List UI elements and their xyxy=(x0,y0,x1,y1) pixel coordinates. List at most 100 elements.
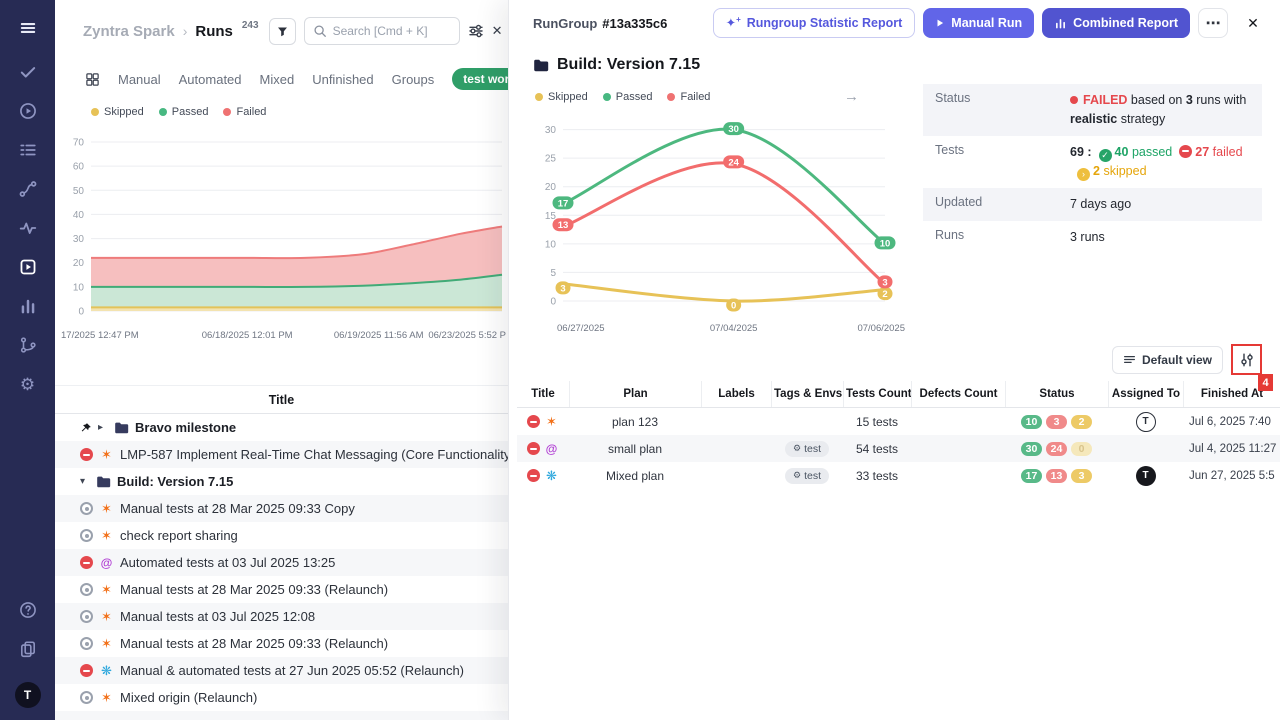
legend-skipped[interactable]: Skipped xyxy=(535,91,588,103)
search-input[interactable] xyxy=(333,24,445,38)
caret-down-icon[interactable]: ▾ xyxy=(80,477,90,487)
info-label: Updated xyxy=(935,195,1070,214)
checks-icon[interactable] xyxy=(13,57,43,87)
view-settings-button[interactable] xyxy=(468,20,484,42)
rungroup-info-panel: StatusFAILED based on 3 runs with realis… xyxy=(923,84,1262,254)
breadcrumb-project[interactable]: Zyntra Spark xyxy=(83,23,175,40)
column-header[interactable]: Status xyxy=(1005,381,1108,407)
svg-text:07/06/2025: 07/06/2025 xyxy=(857,323,905,334)
reports-icon[interactable] xyxy=(13,291,43,321)
spark-icon: ✶ xyxy=(544,415,559,428)
legend-passed[interactable]: Passed xyxy=(603,91,653,103)
svg-text:3: 3 xyxy=(882,277,887,288)
caret-right-icon[interactable]: ▸ xyxy=(98,423,108,433)
run-title: Build: Version 7.15 xyxy=(117,474,233,489)
rungroup-name: Build: Version 7.15 xyxy=(557,56,700,74)
default-view-button[interactable]: Default view xyxy=(1112,346,1223,374)
activity-icon[interactable] xyxy=(13,213,43,243)
run-row[interactable]: ✶Manual tests at 28 Mar 2025 09:33 (Rela… xyxy=(55,576,508,603)
runs-chart-legend: Skipped Passed Failed xyxy=(55,106,508,118)
run-row[interactable]: ❋Manual & automated tests at 27 Jun 2025… xyxy=(55,657,508,684)
legend-dot-icon xyxy=(223,108,231,116)
runs-page: Zyntra Spark › Runs 243 ✕ ManualAutomate… xyxy=(55,0,508,720)
layout-grid-icon[interactable] xyxy=(85,72,100,87)
svg-text:13: 13 xyxy=(558,220,569,231)
tab-automated[interactable]: Automated xyxy=(179,72,242,87)
column-settings-button[interactable] xyxy=(1233,346,1260,373)
test-suites-icon[interactable] xyxy=(13,135,43,165)
legend-failed[interactable]: Failed xyxy=(667,91,710,103)
docs-icon[interactable] xyxy=(13,634,43,664)
run-row[interactable]: ✶Mixed origin (Relaunch) xyxy=(55,684,508,711)
plan-cell[interactable]: Mixed plan xyxy=(569,469,701,483)
plan-cell[interactable]: small plan xyxy=(569,442,701,456)
menu-icon[interactable] xyxy=(13,13,43,43)
run-status-failed-icon xyxy=(80,448,93,461)
branch-icon[interactable] xyxy=(13,330,43,360)
finished-at-cell: Jun 27, 2025 5:5 xyxy=(1183,470,1280,482)
run-row[interactable] xyxy=(55,711,508,720)
drawer-close-button[interactable]: ✕ xyxy=(1240,15,1266,32)
finished-at-cell: Jul 4, 2025 11:27 xyxy=(1183,443,1280,455)
panel-close-button[interactable]: ✕ xyxy=(492,20,503,42)
folder-icon xyxy=(533,58,549,72)
rungroup-run-row[interactable]: @small plan⚙test54 tests30240Jul 4, 2025… xyxy=(517,435,1280,462)
milestone-row[interactable]: ▸Bravo milestone xyxy=(55,414,508,441)
env-tag-pill[interactable]: ⚙test xyxy=(785,468,829,484)
run-group-row[interactable]: ▾ Build: Version 7.15 xyxy=(55,468,508,495)
run-row[interactable]: ✶check report sharing xyxy=(55,522,508,549)
column-header[interactable]: Tags & Envs xyxy=(771,381,843,407)
run-status-failed-icon xyxy=(527,442,540,455)
rungroup-statistic-report-button[interactable]: ✦+ Rungroup Statistic Report xyxy=(713,8,916,38)
spark-icon: ✶ xyxy=(99,610,114,623)
gear-icon[interactable]: ⚙ xyxy=(13,369,43,399)
filter-tag-pill[interactable]: test work xyxy=(452,68,508,90)
tab-unfinished[interactable]: Unfinished xyxy=(312,72,373,87)
info-row-status: StatusFAILED based on 3 runs with realis… xyxy=(923,84,1262,136)
legend-failed[interactable]: Failed xyxy=(223,106,266,118)
tab-groups[interactable]: Groups xyxy=(392,72,435,87)
column-header[interactable]: Title xyxy=(517,381,569,407)
runs-list-title-header[interactable]: Title xyxy=(55,385,508,414)
annotation-box: 4 xyxy=(1231,344,1262,375)
run-row[interactable]: ✶LMP-587 Implement Real-Time Chat Messag… xyxy=(55,441,508,468)
svg-text:10: 10 xyxy=(73,282,85,293)
play-circle-icon[interactable] xyxy=(13,96,43,126)
column-header[interactable]: Tests Count xyxy=(843,381,911,407)
column-header[interactable]: Assigned To xyxy=(1108,381,1183,407)
flow-icon[interactable] xyxy=(13,174,43,204)
user-avatar[interactable]: T xyxy=(15,682,41,708)
rungroup-run-row[interactable]: ✶plan 12315 tests1032TJul 6, 2025 7:40 xyxy=(517,408,1280,435)
spark-icon: ✶ xyxy=(99,691,114,704)
combined-report-button[interactable]: Combined Report xyxy=(1042,8,1190,38)
mixed-icon: ❋ xyxy=(544,469,559,482)
status-pills-cell: 30240 xyxy=(1005,442,1108,456)
svg-text:25: 25 xyxy=(545,154,557,165)
env-tag-pill[interactable]: ⚙test xyxy=(785,441,829,457)
tests-count-cell: 54 tests xyxy=(843,442,911,456)
plan-cell[interactable]: plan 123 xyxy=(569,415,701,429)
column-header[interactable]: Labels xyxy=(701,381,771,407)
legend-passed[interactable]: Passed xyxy=(159,106,209,118)
help-icon[interactable] xyxy=(13,595,43,625)
gear-icon: ⚙ xyxy=(793,470,801,481)
column-header[interactable]: Plan xyxy=(569,381,701,407)
tab-manual[interactable]: Manual xyxy=(118,72,161,87)
column-header[interactable]: Defects Count xyxy=(911,381,1005,407)
search-box[interactable] xyxy=(304,17,460,45)
run-row[interactable]: ✶Manual tests at 28 Mar 2025 09:33 (Rela… xyxy=(55,630,508,657)
svg-text:0: 0 xyxy=(731,301,736,312)
run-row[interactable]: ✶Manual tests at 28 Mar 2025 09:33 Copy xyxy=(55,495,508,522)
run-row[interactable]: ✶Manual tests at 03 Jul 2025 12:08 xyxy=(55,603,508,630)
run-row[interactable]: @Automated tests at 03 Jul 2025 13:25 xyxy=(55,549,508,576)
list-icon xyxy=(1123,353,1136,366)
tab-mixed[interactable]: Mixed xyxy=(260,72,295,87)
svg-text:2: 2 xyxy=(882,289,887,300)
rungroup-run-row[interactable]: ❋Mixed plan⚙test33 tests17133TJun 27, 20… xyxy=(517,462,1280,489)
more-actions-button[interactable]: ⋯ xyxy=(1198,8,1228,38)
svg-text:06/27/2025: 06/27/2025 xyxy=(557,323,605,334)
runs-icon[interactable] xyxy=(13,252,43,282)
filter-button[interactable] xyxy=(269,18,296,45)
manual-run-button[interactable]: Manual Run xyxy=(923,8,1034,38)
legend-skipped[interactable]: Skipped xyxy=(91,106,144,118)
